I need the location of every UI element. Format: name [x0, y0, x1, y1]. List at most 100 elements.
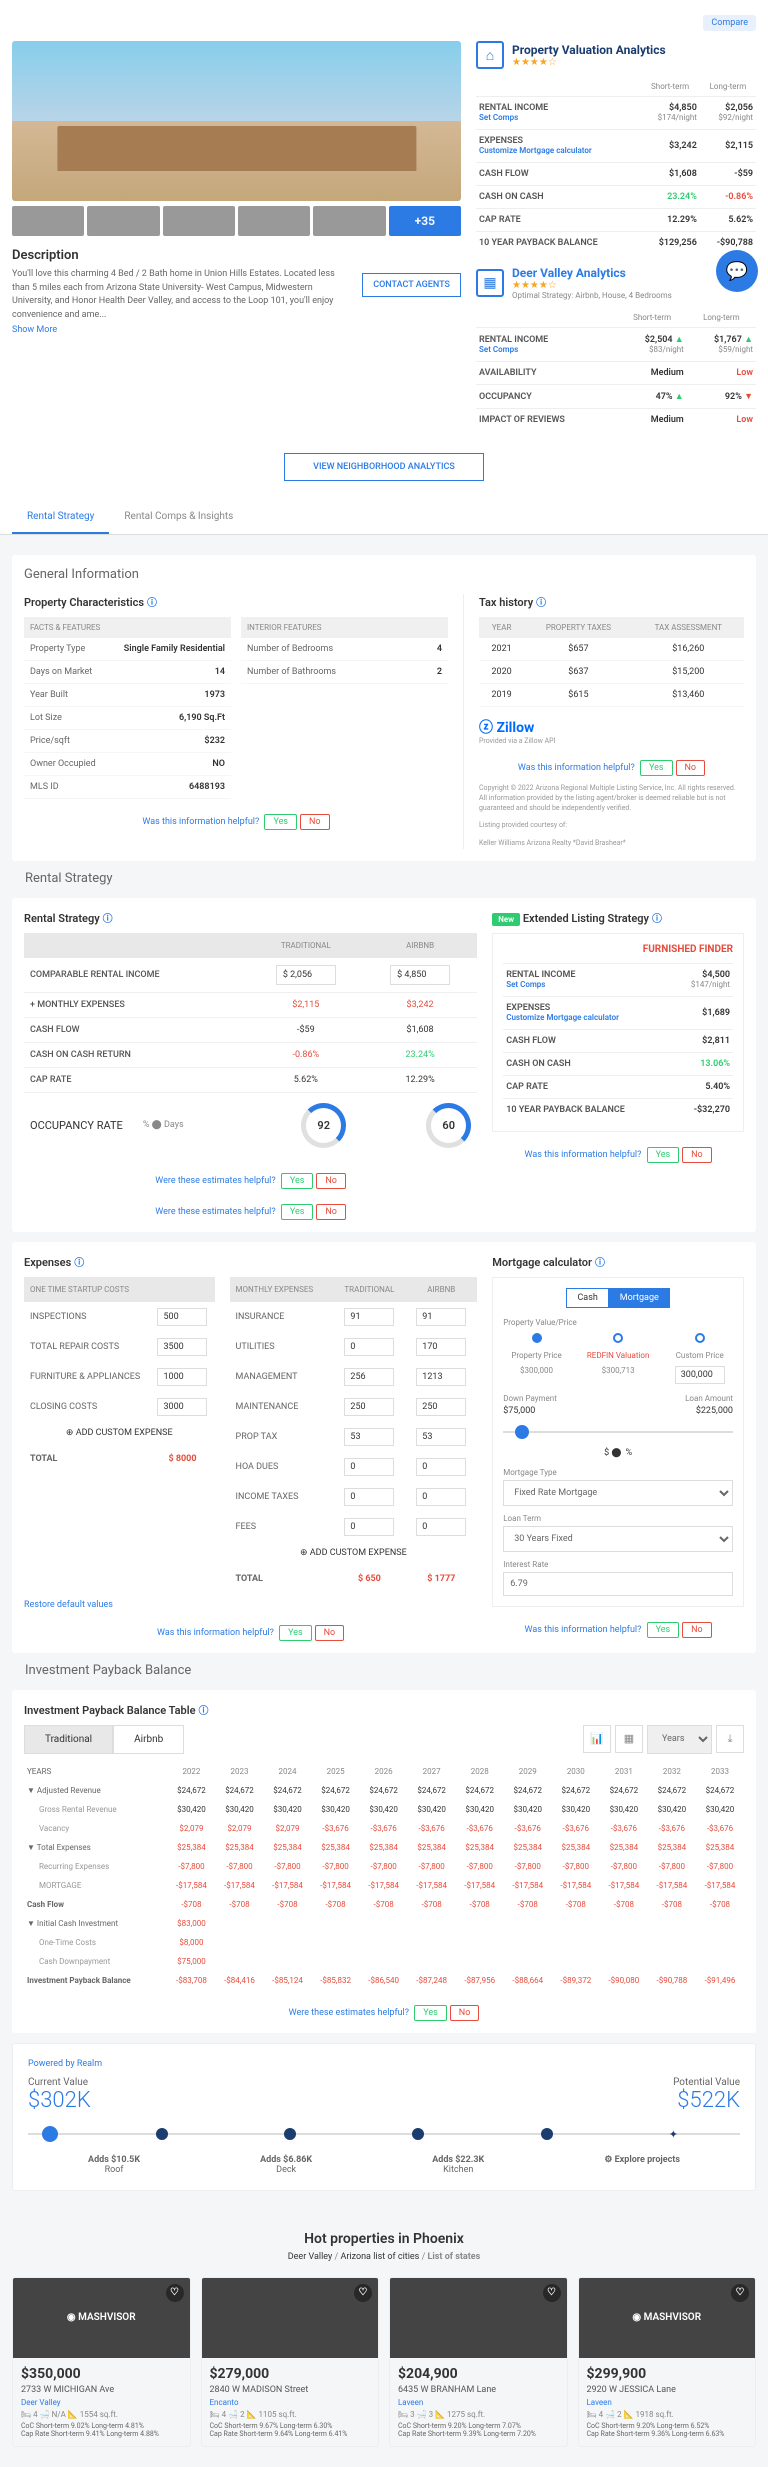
info-icon[interactable]: ⓘ — [595, 1258, 605, 1269]
no-button[interactable]: No — [300, 814, 330, 830]
property-card[interactable]: ◉ MASHVISOR♡ $350,000 2733 W MICHIGAN Av… — [12, 2277, 191, 2447]
more-photos-button[interactable]: +35 — [389, 206, 461, 236]
section-general-info: General Information — [24, 567, 744, 582]
info-icon[interactable]: ⓘ — [199, 1706, 209, 1717]
pct-toggle[interactable]: % — [626, 1448, 633, 1458]
yes-button[interactable]: Yes — [264, 814, 297, 830]
section-rental-strategy: Rental Strategy — [0, 871, 768, 886]
description-title: Description — [12, 248, 461, 263]
hero-image[interactable] — [12, 41, 461, 201]
heart-icon[interactable]: ♡ — [354, 2284, 372, 2302]
chart-icon[interactable]: 📊 — [583, 1725, 611, 1753]
contact-agents-button[interactable]: CONTACT AGENTS — [362, 273, 461, 297]
no-button[interactable]: No — [676, 760, 706, 776]
radio-custom[interactable] — [695, 1333, 705, 1343]
loan-term-select[interactable]: 30 Years Fixed — [503, 1526, 733, 1552]
show-more-link[interactable]: Show More — [12, 325, 57, 335]
monthly-table: MONTHLY EXPENSESTRADITIONALAIRBNBINSURAN… — [230, 1277, 478, 1590]
property-card[interactable]: ♡ $204,900 6435 W BRANHAM Lane Laveen 🛏 … — [389, 2277, 568, 2447]
info-icon[interactable]: ⓘ — [147, 598, 157, 609]
radio-property-price[interactable] — [532, 1333, 542, 1343]
description-text: You'll love this charming 4 Bed / 2 Bath… — [12, 268, 352, 322]
no-button[interactable]: No — [682, 1622, 712, 1638]
neighborhood-sub: Optimal Strategy: Airbnb, House, 4 Bedro… — [512, 291, 672, 300]
no-button[interactable]: No — [682, 1147, 712, 1163]
neighborhood-icon: ▦ — [476, 269, 504, 297]
property-icon: ⌂ — [476, 41, 504, 69]
tabs: Rental Strategy Rental Comps & Insights — [0, 501, 768, 535]
startup-table: ONE TIME STARTUP COSTSINSPECTIONSTOTAL R… — [24, 1277, 215, 1470]
helpful-est: Were these estimates helpful? — [155, 1207, 275, 1217]
heart-icon[interactable]: ♡ — [731, 2284, 749, 2302]
thumb[interactable] — [87, 206, 159, 236]
calc-title: Mortgage calculator — [492, 1256, 592, 1269]
property-card[interactable]: ♡ $279,000 2840 W MADISON Street Encanto… — [201, 2277, 380, 2447]
property-card[interactable]: ◉ MASHVISOR♡ $299,900 2920 W JESSICA Lan… — [578, 2277, 757, 2447]
payback-table: YEARS20222023202420252026202720282029203… — [24, 1762, 744, 1990]
dp-slider[interactable] — [503, 1431, 733, 1433]
mortgage-type-select[interactable]: Fixed Rate Mortgage — [503, 1480, 733, 1506]
no-button[interactable]: No — [315, 1625, 345, 1641]
info-icon[interactable]: ⓘ — [103, 914, 113, 925]
rs-title: Rental Strategy — [24, 912, 100, 925]
yes-button[interactable]: Yes — [414, 2005, 447, 2021]
no-button[interactable]: No — [316, 1173, 346, 1189]
radio-redfin[interactable] — [613, 1333, 623, 1343]
realm-item[interactable]: ⚙ Explore projects — [604, 2155, 680, 2175]
val-redfin: $300,713 — [585, 1366, 652, 1384]
hot-title: Hot properties in Phoenix — [12, 2231, 756, 2247]
neighborhood-title[interactable]: Deer Valley Analytics — [512, 266, 672, 280]
yes-button[interactable]: Yes — [281, 1173, 314, 1189]
years-select[interactable]: Years — [647, 1725, 712, 1754]
intercom-button[interactable]: 💬 — [716, 250, 758, 292]
courtesy: Listing provided courtesy of: — [479, 821, 744, 831]
la-label: Loan Amount — [685, 1394, 733, 1403]
info-icon[interactable]: ⓘ — [652, 914, 662, 925]
restore-link[interactable]: Restore default values — [24, 1600, 113, 1610]
yes-button[interactable]: Yes — [647, 1622, 680, 1638]
tab-rental-comps[interactable]: Rental Comps & Insights — [109, 501, 248, 534]
info-icon[interactable]: ⓘ — [74, 1258, 84, 1269]
info-icon[interactable]: ⓘ — [536, 598, 546, 609]
helpful-est: Were these estimates helpful? — [289, 2008, 409, 2018]
thumb[interactable] — [12, 206, 84, 236]
tax-title: Tax history — [479, 596, 533, 609]
extended-table: RENTAL INCOMESet Comps$4,500$147/nightEX… — [503, 963, 733, 1121]
table-icon[interactable]: ▦ — [615, 1725, 643, 1753]
yes-button[interactable]: Yes — [640, 760, 673, 776]
current-value: $302K — [28, 2088, 91, 2113]
compare-button[interactable]: Compare — [703, 15, 756, 31]
heart-icon[interactable]: ♡ — [543, 2284, 561, 2302]
helpful-q: Was this information helpful? — [525, 1150, 642, 1160]
custom-price-input[interactable] — [675, 1366, 725, 1384]
realm-item[interactable]: Adds $6.86KDeck — [260, 2155, 312, 2175]
zillow-logo[interactable]: ⓩ Zillow — [479, 717, 744, 737]
exp-title: Expenses — [24, 1256, 71, 1269]
pb-tab-airbnb[interactable]: Airbnb — [113, 1725, 184, 1754]
interest-rate-input[interactable] — [503, 1572, 733, 1596]
tab-rental-strategy[interactable]: Rental Strategy — [12, 501, 109, 534]
interior-head: INTERIOR FEATURES — [241, 617, 448, 638]
broker: Keller Williams Arizona Realty *David Br… — [479, 839, 744, 849]
yes-button[interactable]: Yes — [281, 1204, 314, 1220]
calc-mortgage[interactable]: Mortgage — [609, 1288, 670, 1308]
export-icon[interactable]: ⤓ — [716, 1725, 744, 1753]
calc-cash[interactable]: Cash — [566, 1288, 608, 1308]
yes-button[interactable]: Yes — [279, 1625, 312, 1641]
heart-icon[interactable]: ♡ — [166, 2284, 184, 2302]
thumb[interactable] — [313, 206, 385, 236]
yes-button[interactable]: Yes — [647, 1147, 680, 1163]
thumb[interactable] — [163, 206, 235, 236]
opt-custom: Custom Price — [666, 1351, 733, 1360]
no-button[interactable]: No — [316, 1204, 346, 1220]
no-button[interactable]: No — [450, 2005, 480, 2021]
realm-item[interactable]: Adds $10.5KRoof — [88, 2155, 140, 2175]
chars-title: Property Characteristics — [24, 596, 144, 609]
thumb[interactable] — [238, 206, 310, 236]
new-badge: New — [492, 913, 520, 926]
realm-item[interactable]: Adds $22.3KKitchen — [432, 2155, 484, 2175]
pb-tab-traditional[interactable]: Traditional — [24, 1725, 113, 1754]
view-neighborhood-button[interactable]: VIEW NEIGHBORHOOD ANALYTICS — [284, 453, 484, 481]
occ-traditional: 92 — [301, 1103, 346, 1148]
payback-title: Investment Payback Balance Table — [24, 1704, 196, 1717]
